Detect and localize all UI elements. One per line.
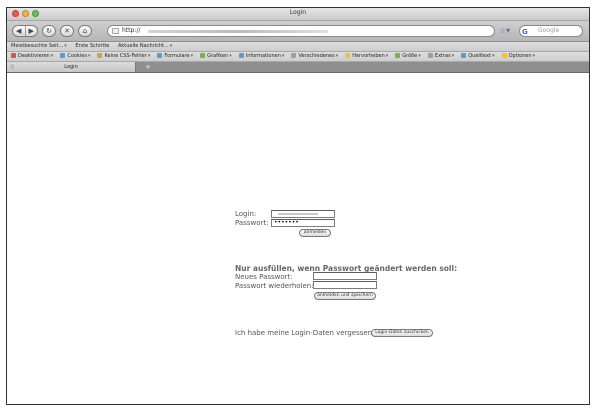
window-title: Login xyxy=(289,9,307,16)
dev-menu-icon xyxy=(157,53,163,58)
navigation-toolbar: ◀ ▶ ↻ ✕ ⌂ http:// ☆▾ G Google xyxy=(7,21,589,42)
login-label: Login: xyxy=(235,210,257,218)
forgot-login-text: Ich habe meine Login-Daten vergessen: xyxy=(235,329,375,337)
dev-menu-gr-e[interactable]: Größe▾ xyxy=(395,52,421,61)
dev-menu-icon xyxy=(345,53,351,58)
dev-menu-icon xyxy=(60,53,66,58)
dev-menu-keine-css-fehler[interactable]: Keine CSS-Fehler▾ xyxy=(97,52,150,61)
dev-menu-optionen[interactable]: Optionen▾ xyxy=(501,52,536,61)
page-icon: ▯ xyxy=(11,64,14,70)
home-icon[interactable]: ⌂ xyxy=(78,25,92,37)
page-favicon-icon xyxy=(112,28,119,34)
save-button[interactable]: anmelden und speichern xyxy=(314,292,376,300)
login-button[interactable]: anmelden xyxy=(299,229,331,237)
dev-menu-icon xyxy=(461,53,467,58)
tab-login[interactable]: ▯ Login xyxy=(7,62,136,72)
bookmark-most-visited[interactable]: Meistbesuchte Seit...▾ xyxy=(11,42,67,51)
dev-menu-quelltext[interactable]: Quelltext▾ xyxy=(461,52,495,61)
dev-menu-label: Quelltext xyxy=(468,53,492,59)
password-field[interactable]: ••••••• xyxy=(271,219,335,227)
new-password-label: Neues Passwort: xyxy=(235,273,293,281)
dev-menu-cookies[interactable]: Cookies▾ xyxy=(60,52,90,61)
search-input[interactable]: G Google xyxy=(519,25,583,37)
dev-menu-icon xyxy=(200,53,206,58)
dev-menu-label: Formulare xyxy=(164,53,190,59)
dev-menu-icon xyxy=(291,53,297,58)
chevron-down-icon: ▾ xyxy=(229,53,232,59)
dev-menu-label: Hervorheben xyxy=(352,53,385,59)
chevron-down-icon: ▾ xyxy=(50,53,54,59)
dev-menu-icon xyxy=(11,53,16,58)
dev-menu-icon xyxy=(238,53,244,58)
dev-menu-icon xyxy=(395,53,401,58)
search-placeholder: Google xyxy=(538,27,560,34)
bookmarks-bar: Meistbesuchte Seit...▾ Erste Schritte Ak… xyxy=(7,42,589,52)
dev-menu-label: Extras xyxy=(434,53,451,59)
login-field[interactable] xyxy=(271,210,335,218)
page-content: Login: Passwort: ••••••• anmelden Nur au… xyxy=(7,73,589,404)
password-label: Passwort: xyxy=(235,219,269,227)
dev-menu-hervorheben[interactable]: Hervorheben▾ xyxy=(345,52,388,61)
dev-menu-extras[interactable]: Extras▾ xyxy=(427,52,455,61)
dev-menu-formulare[interactable]: Formulare▾ xyxy=(157,52,193,61)
stop-icon[interactable]: ✕ xyxy=(60,25,74,37)
dev-menu-label: Größe xyxy=(402,53,418,59)
dev-menu-deaktivieren[interactable]: Deaktivieren▾ xyxy=(11,52,53,61)
tab-bar: ▯ Login + xyxy=(7,62,589,73)
dev-menu-label: Keine CSS-Fehler xyxy=(104,53,147,59)
dev-menu-label: Deaktivieren xyxy=(18,53,50,59)
repeat-password-field[interactable] xyxy=(313,281,377,289)
chevron-down-icon: ▾ xyxy=(492,53,495,59)
url-redacted xyxy=(148,30,328,33)
chevron-down-icon: ▾ xyxy=(87,53,91,59)
reload-icon[interactable]: ↻ xyxy=(42,25,56,37)
dev-menu-grafiken[interactable]: Grafiken▾ xyxy=(200,52,232,61)
new-password-field[interactable] xyxy=(313,272,377,280)
dev-menu-icon xyxy=(501,53,507,58)
login-value-redacted xyxy=(278,213,318,215)
url-text: http:// xyxy=(122,27,141,34)
dev-menu-label: Informationen xyxy=(245,53,281,59)
dev-menu-icon xyxy=(97,53,103,58)
chevron-down-icon: ▾ xyxy=(418,53,421,59)
dev-menu-icon xyxy=(427,53,433,58)
google-icon: G xyxy=(522,28,528,36)
chevron-down-icon: ▾ xyxy=(190,53,194,59)
bookmark-star-icon[interactable]: ☆▾ xyxy=(499,26,510,35)
chevron-down-icon: ▾ xyxy=(281,53,285,59)
url-bar[interactable]: http:// xyxy=(107,25,495,37)
web-developer-toolbar: Deaktivieren▾ Cookies▾ Keine CSS-Fehler▾ Fo… xyxy=(7,52,589,62)
chevron-down-icon: ▾ xyxy=(451,53,455,59)
back-forward-buttons: ◀ ▶ xyxy=(12,25,38,37)
tab-label: Login xyxy=(64,64,78,70)
dev-menu-label: Optionen xyxy=(508,53,532,59)
send-login-data-button[interactable]: Login-Daten zuschicken xyxy=(371,329,433,337)
chevron-down-icon: ▾ xyxy=(532,53,536,59)
forward-arrow-icon[interactable]: ▶ xyxy=(26,26,38,36)
dev-menu-verschiedenes[interactable]: Verschiedenes▾ xyxy=(291,52,338,61)
nav-buttons: ◀ ▶ ↻ ✕ ⌂ xyxy=(12,25,92,37)
dev-menu-label: Grafiken xyxy=(207,53,229,59)
dev-menu-informationen[interactable]: Informationen▾ xyxy=(238,52,285,61)
back-arrow-icon[interactable]: ◀ xyxy=(13,26,26,36)
title-bar: Login xyxy=(7,8,589,21)
new-tab-plus-icon[interactable]: + xyxy=(141,62,155,72)
bookmark-first-steps[interactable]: Erste Schritte xyxy=(75,42,109,51)
chevron-down-icon: ▾ xyxy=(147,53,151,59)
browser-window: Login ◀ ▶ ↻ ✕ ⌂ http:// ☆▾ G Google Meis… xyxy=(6,7,590,405)
repeat-password-label: Passwort wiederholen: xyxy=(235,282,314,290)
dev-menu-label: Verschiedenes xyxy=(298,53,335,59)
bookmark-news[interactable]: Aktuelle Nachricht...▾ xyxy=(118,42,172,51)
chevron-down-icon: ▾ xyxy=(335,53,339,59)
chevron-down-icon: ▾ xyxy=(385,53,389,59)
dev-menu-label: Cookies xyxy=(67,53,87,59)
